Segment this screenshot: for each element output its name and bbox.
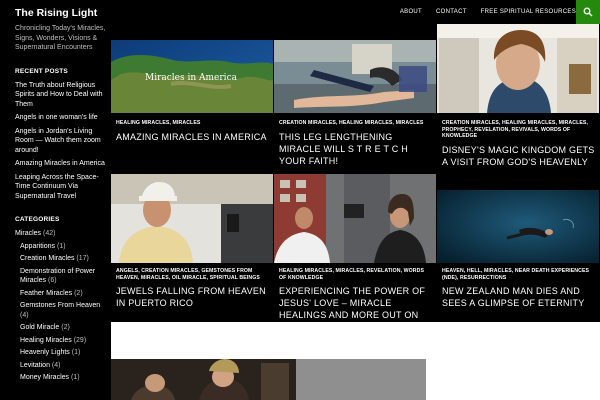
recent-posts-list: The Truth about Religious Spirits and Ho…	[15, 81, 107, 202]
category-list: Miracles (42) Apparitions (1) Creation M…	[15, 229, 110, 383]
category-count: (2)	[74, 289, 83, 297]
thumbnail-caption: Miracles in America	[145, 73, 237, 83]
subcategory-item: Apparitions (1)	[20, 242, 110, 252]
post-title[interactable]: DISNEY'S MAGIC KINGDOM GETS A VISIT FROM…	[442, 144, 595, 168]
search-toggle-button[interactable]	[576, 0, 600, 24]
subcategory-list: Apparitions (1) Creation Miracles (17) D…	[15, 242, 110, 383]
site-title[interactable]: The Rising Light	[15, 7, 111, 20]
category-link[interactable]: Miracles	[15, 230, 41, 237]
recent-post-link[interactable]: Angels in one woman's life	[15, 113, 107, 123]
post-title[interactable]: AMAZING MIRACLES IN AMERICA	[116, 131, 269, 143]
subcategory-link[interactable]: Gold Miracle	[20, 324, 59, 331]
featured-post[interactable]: HEAVEN, HELL, MIRACLES, NEAR DEATH EXPER…	[437, 190, 599, 322]
featured-post[interactable]: CREATION MIRACLES, HEALING MIRACLES, MIR…	[437, 24, 599, 173]
main-content	[111, 322, 600, 400]
subcategory-item: Gemstones From Heaven (4)	[20, 301, 110, 320]
featured-content-grid: Miracles in America HEALING MIRACLES, MI…	[111, 24, 600, 322]
post-thumbnail[interactable]	[437, 190, 599, 263]
post-categories[interactable]: HEALING MIRACLES, MIRACLES, REVELATION, …	[279, 268, 432, 281]
category-count: (4)	[51, 361, 61, 369]
category-count: (29)	[73, 336, 87, 344]
category-count: (17)	[76, 255, 89, 262]
category-count: (4)	[20, 311, 29, 319]
category-count: (2)	[61, 324, 70, 331]
recent-posts-title: RECENT POSTS	[15, 67, 68, 75]
post-thumbnail[interactable]: Miracles in America	[111, 40, 273, 113]
recent-post-link[interactable]: Leaping Across the Space-Time Continuum …	[15, 173, 107, 202]
category-item: Miracles (42) Apparitions (1) Creation M…	[15, 229, 110, 383]
primary-menu: ABOUT CONTACT FREE SPIRITUAL RESOURCES	[386, 0, 576, 24]
site-description: Chronicling Today's Miracles, Signs, Won…	[15, 25, 106, 51]
subcategory-link[interactable]: Feather Miracles	[20, 290, 72, 297]
post-thumbnail[interactable]	[274, 174, 436, 263]
subcategory-item: Money Miracles (1)	[20, 373, 110, 383]
post-title[interactable]: EXPERIENCING THE POWER OF JESUS' LOVE – …	[279, 285, 432, 320]
post-categories[interactable]: HEAVEN, HELL, MIRACLES, NEAR DEATH EXPER…	[442, 268, 595, 281]
subcategory-link[interactable]: Money Miracles	[20, 374, 69, 381]
post-categories[interactable]: ANGELS, CREATION MIRACLES, GEMSTONES FRO…	[116, 268, 269, 281]
category-count: (1)	[71, 349, 81, 356]
post-categories[interactable]: HEALING MIRACLES, MIRACLES	[116, 120, 269, 127]
post-thumbnail[interactable]	[111, 174, 273, 263]
post-thumbnail[interactable]	[111, 359, 426, 400]
featured-post[interactable]: Miracles in America HEALING MIRACLES, MI…	[111, 40, 273, 173]
subcategory-link[interactable]: Apparitions	[20, 243, 55, 250]
recent-posts-widget: RECENT POSTS The Truth about Religious S…	[15, 68, 111, 202]
sidebar: The Rising Light Chronicling Today's Mir…	[0, 0, 111, 400]
recent-post-link[interactable]: Angels in Jordan's Living Room — Watch t…	[15, 127, 107, 156]
search-icon	[583, 7, 593, 17]
nav-item-about[interactable]: ABOUT	[400, 9, 422, 15]
subcategory-item: Heavenly Lights (1)	[20, 348, 110, 358]
featured-post[interactable]: ANGELS, CREATION MIRACLES, GEMSTONES FRO…	[111, 174, 273, 320]
subcategory-item: Feather Miracles (2)	[20, 289, 110, 299]
subcategory-link[interactable]: Levitation	[20, 362, 50, 369]
subcategory-link[interactable]: Heavenly Lights	[20, 349, 70, 356]
subcategory-item: Gold Miracle (2)	[20, 323, 110, 333]
post-thumbnail[interactable]	[274, 40, 436, 113]
subcategory-item: Levitation (4)	[20, 361, 110, 371]
featured-post[interactable]: CREATION MIRACLES, HEALING MIRACLES, MIR…	[274, 40, 436, 173]
post-title[interactable]: JEWELS FALLING FROM HEAVEN IN PUERTO RIC…	[116, 285, 269, 309]
category-count: (1)	[70, 374, 80, 381]
subcategory-link[interactable]: Creation Miracles	[20, 255, 74, 262]
subcategory-item: Creation Miracles (17)	[20, 254, 110, 264]
categories-title: CATEGORIES	[15, 216, 60, 223]
top-navigation-bar: ABOUT CONTACT FREE SPIRITUAL RESOURCES	[111, 0, 600, 24]
subcategory-link[interactable]: Demonstration of Power Miracles	[20, 268, 95, 285]
nav-item-contact[interactable]: CONTACT	[436, 9, 467, 15]
subcategory-link[interactable]: Gemstones From Heaven	[20, 302, 100, 309]
category-count: (42)	[43, 230, 56, 237]
post-categories[interactable]: CREATION MIRACLES, HEALING MIRACLES, MIR…	[442, 120, 595, 140]
post-title[interactable]: THIS LEG LENGTHENING MIRACLE WILL S T R …	[279, 131, 432, 167]
post-categories[interactable]: CREATION MIRACLES, HEALING MIRACLES, MIR…	[279, 120, 432, 127]
subcategory-item: Healing Miracles (29)	[20, 336, 110, 346]
post-thumbnail[interactable]	[437, 24, 599, 113]
subcategory-item: Demonstration of Power Miracles (6)	[20, 267, 110, 286]
category-count: (6)	[48, 277, 57, 284]
post-title[interactable]: NEW ZEALAND MAN DIES AND SEES A GLIMPSE …	[442, 285, 595, 309]
subcategory-link[interactable]: Healing Miracles	[20, 337, 72, 344]
recent-post-link[interactable]: Amazing Miracles in America	[15, 159, 107, 169]
featured-post[interactable]: HEALING MIRACLES, MIRACLES, REVELATION, …	[274, 174, 436, 320]
recent-post-link[interactable]: The Truth about Religious Spirits and Ho…	[15, 81, 107, 110]
nav-item-free-spiritual-resources[interactable]: FREE SPIRITUAL RESOURCES	[481, 9, 576, 15]
categories-widget: CATEGORIES Miracles (42) Apparitions (1)…	[15, 216, 111, 383]
category-count: (1)	[56, 242, 66, 250]
